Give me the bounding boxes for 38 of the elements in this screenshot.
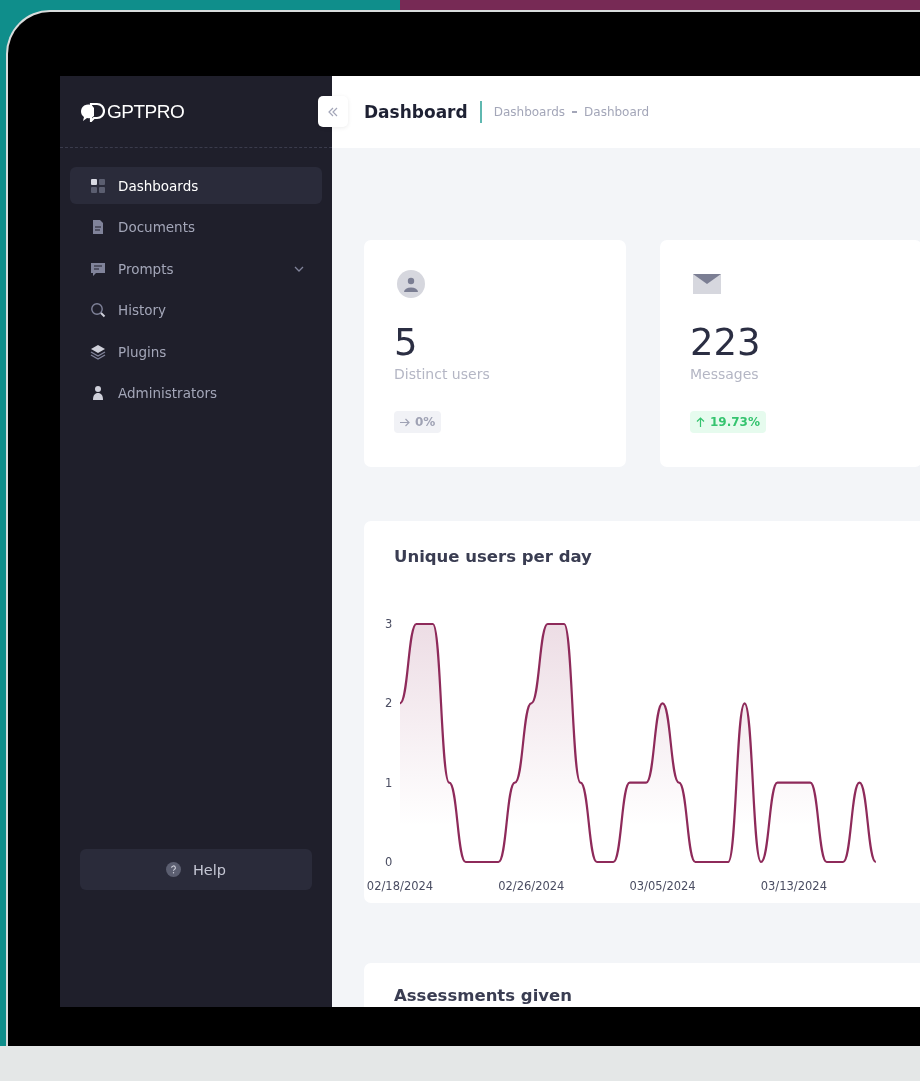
user-avatar-icon [397, 269, 425, 299]
collapse-button[interactable] [318, 96, 348, 127]
stat-label: Messages [690, 365, 759, 383]
person-icon [90, 385, 106, 402]
chart-title: Unique users per day [394, 546, 593, 568]
help-button[interactable]: Help [80, 849, 312, 890]
search-icon [90, 302, 106, 319]
page-title: Dashboard [364, 102, 468, 122]
x-axis-label: 02/26/2024 [498, 879, 565, 893]
x-axis-label: 03/13/2024 [760, 879, 827, 893]
y-axis-label: 2 [385, 696, 393, 711]
card-title: Assessments given [394, 985, 573, 1007]
grid-icon [90, 177, 106, 194]
arrow-right-icon [400, 417, 410, 427]
arrow-up-icon [696, 417, 705, 427]
sidebar-item[interactable]: History [70, 291, 322, 329]
sidebar-item[interactable]: Prompts [70, 250, 322, 288]
sidebar-item[interactable]: Administrators [70, 374, 322, 412]
sidebar-item[interactable]: Plugins [70, 333, 322, 371]
x-axis-label: 03/05/2024 [629, 879, 696, 893]
document-icon [90, 219, 106, 236]
chat-icon [90, 260, 106, 277]
change-badge: 0% [394, 411, 442, 433]
layers-icon [90, 343, 106, 360]
change-badge: 19.73% [690, 411, 766, 433]
brand-name: GPTPRO [107, 100, 185, 123]
double-chevron-left-icon [327, 106, 339, 117]
sidebar-item[interactable]: Documents [70, 208, 322, 246]
y-axis-label: 3 [385, 617, 393, 631]
y-axis-label: 1 [385, 775, 393, 790]
stat-value: 5 [394, 321, 418, 365]
y-axis-label: 0 [385, 855, 393, 869]
stat-value: 223 [690, 321, 761, 365]
x-axis-label: 02/18/2024 [366, 879, 434, 893]
question-icon [165, 862, 181, 877]
stat-label: Distinct users [394, 365, 490, 383]
sidebar-item[interactable]: Dashboards [70, 167, 322, 204]
logo-icon [79, 101, 105, 122]
